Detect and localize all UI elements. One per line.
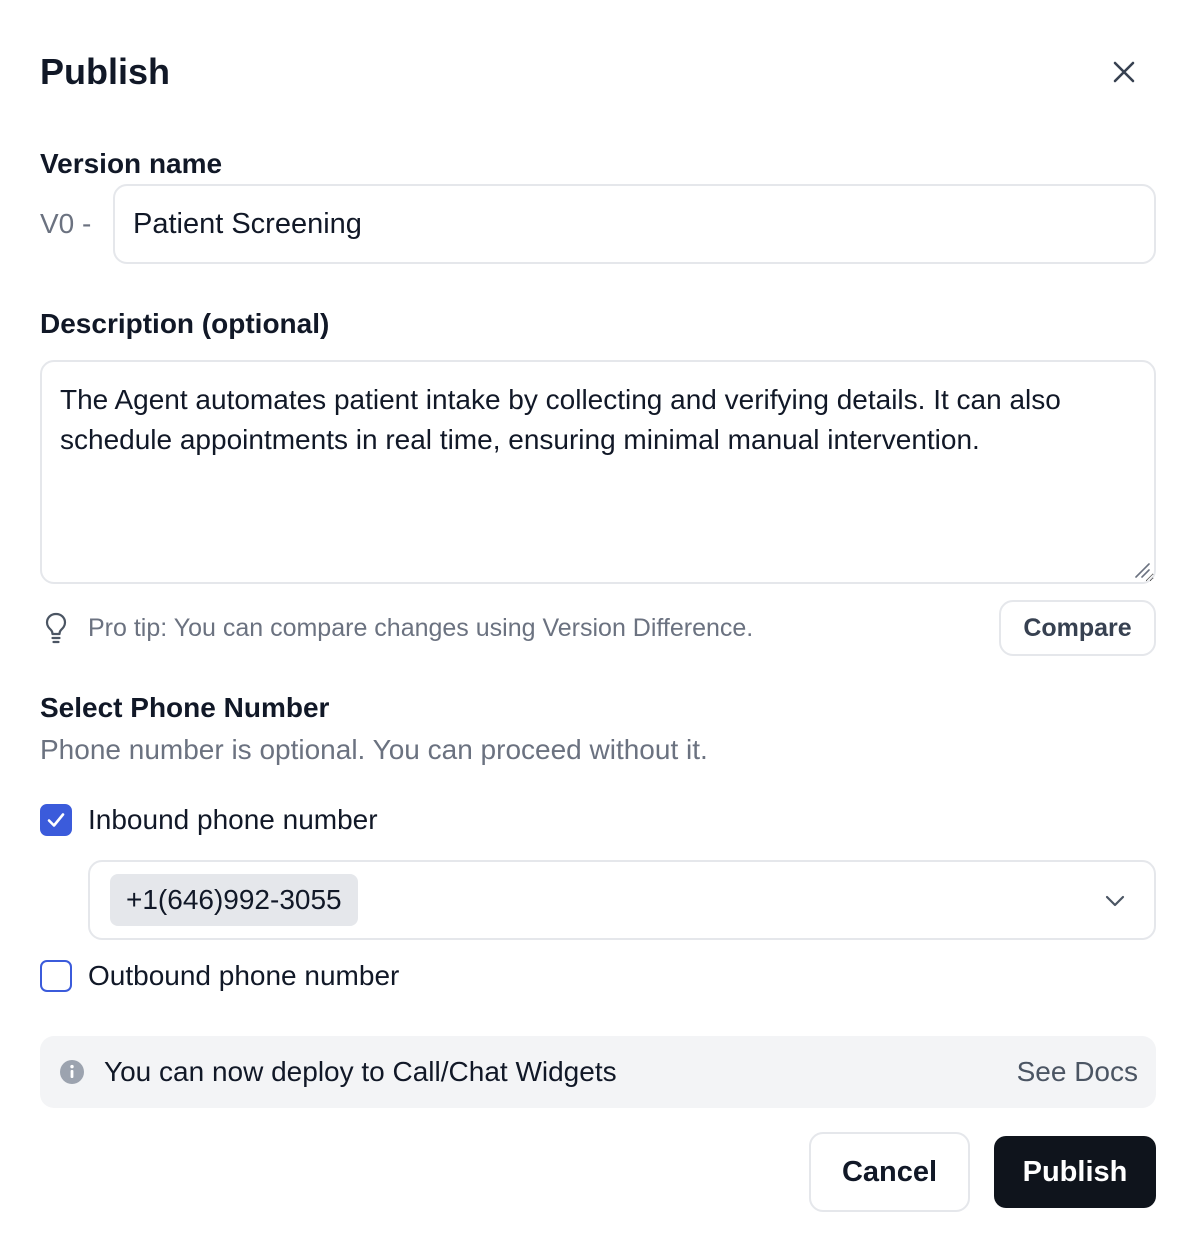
version-name-input[interactable] xyxy=(113,184,1156,264)
version-prefix: V0 - xyxy=(40,208,92,239)
selected-number-chip: +1(646)992-3055 xyxy=(110,874,358,926)
phone-section-subtitle: Phone number is optional. You can procee… xyxy=(40,734,708,765)
cancel-button[interactable]: Cancel xyxy=(809,1132,970,1212)
compare-button[interactable]: Compare xyxy=(999,600,1156,656)
close-icon xyxy=(1113,61,1135,83)
see-docs-link[interactable]: See Docs xyxy=(1017,1054,1138,1090)
inbound-label: Inbound phone number xyxy=(88,804,378,835)
phone-section-title: Select Phone Number xyxy=(40,692,330,723)
chevron-down-icon xyxy=(1105,895,1125,907)
pro-tip-text: Pro tip: You can compare changes using V… xyxy=(88,614,754,642)
close-button[interactable] xyxy=(1106,54,1142,90)
resize-handle-icon[interactable] xyxy=(1134,562,1150,578)
version-name-label: Version name xyxy=(40,148,223,179)
deploy-info-banner: You can now deploy to Call/Chat Widgets … xyxy=(40,1036,1156,1108)
checkmark-icon xyxy=(47,813,65,827)
outbound-checkbox[interactable] xyxy=(40,960,72,992)
inbound-checkbox[interactable] xyxy=(40,804,72,836)
inbound-number-select[interactable]: +1(646)992-3055 xyxy=(88,860,1156,940)
dialog-title: Publish xyxy=(40,51,171,92)
outbound-label: Outbound phone number xyxy=(88,960,400,991)
description-label: Description (optional) xyxy=(40,308,330,339)
info-icon xyxy=(60,1060,84,1084)
description-textarea[interactable]: The Agent automates patient intake by co… xyxy=(40,360,1156,584)
publish-button[interactable]: Publish xyxy=(994,1136,1156,1208)
lightbulb-icon xyxy=(45,612,67,644)
banner-text: You can now deploy to Call/Chat Widgets xyxy=(104,1056,617,1087)
